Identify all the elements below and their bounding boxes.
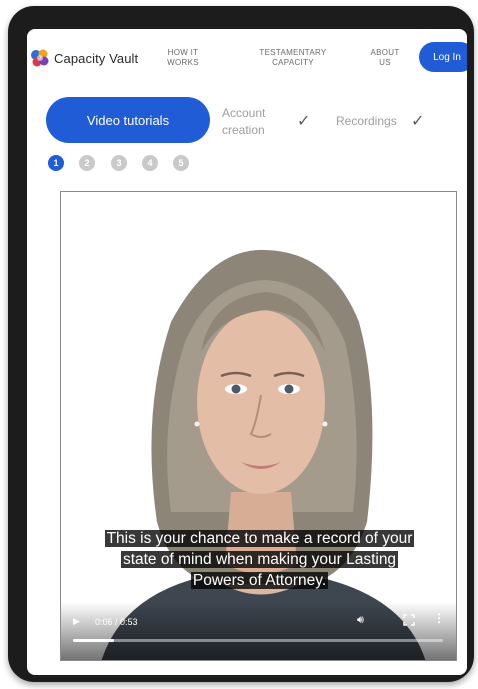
video-caption: This is your chance to make a record of … — [61, 528, 456, 591]
tab-recordings[interactable]: Recordings — [336, 113, 397, 130]
recordings-check-icon: ✓ — [411, 113, 425, 130]
nav-how-it-works[interactable]: HOW IT WORKS — [161, 48, 205, 68]
fullscreen-icon[interactable] — [403, 614, 415, 626]
nav-about-us[interactable]: ABOUT US — [367, 48, 403, 68]
tablet-screen: Capacity Vault HOW IT WORKS TESTAMENTARY… — [27, 29, 467, 675]
video-controls: ▶ 0:06 / 0:53 🔊︎ ⋮ — [61, 602, 456, 660]
brand-name: Capacity Vault — [54, 50, 139, 66]
more-options-icon[interactable]: ⋮ — [433, 612, 445, 624]
login-button[interactable]: Log In — [419, 42, 467, 72]
brand-logo[interactable]: Capacity Vault — [29, 47, 138, 69]
video-player[interactable]: This is your chance to make a record of … — [60, 191, 457, 661]
play-icon[interactable]: ▶ — [73, 616, 80, 627]
account-creation-check-icon: ✓ — [297, 113, 311, 130]
caption-line-1: This is your chance to make a record of … — [104, 530, 415, 547]
caption-line-2: state of mind when making your Lasting — [120, 551, 399, 568]
nav-testamentary-capacity[interactable]: TESTAMENTARY CAPACITY — [249, 48, 337, 68]
step-dot-4[interactable]: 4 — [142, 155, 158, 171]
video-progress-bar[interactable] — [73, 639, 443, 642]
caption-line-3: Powers of Attorney. — [190, 572, 329, 589]
video-time: 0:06 / 0:53 — [95, 617, 138, 627]
tab-account-creation[interactable]: Account creation — [222, 105, 282, 139]
step-dot-1[interactable]: 1 — [48, 155, 64, 171]
step-dot-3[interactable]: 3 — [111, 155, 127, 171]
step-dot-2[interactable]: 2 — [79, 155, 95, 171]
tab-video-tutorials[interactable]: Video tutorials — [46, 97, 210, 143]
video-progress-fill — [73, 639, 114, 642]
capacity-vault-logo-icon — [31, 49, 49, 67]
tablet-frame: Capacity Vault HOW IT WORKS TESTAMENTARY… — [8, 6, 474, 682]
step-dot-5[interactable]: 5 — [173, 155, 189, 171]
volume-icon[interactable]: 🔊︎ — [357, 614, 364, 627]
